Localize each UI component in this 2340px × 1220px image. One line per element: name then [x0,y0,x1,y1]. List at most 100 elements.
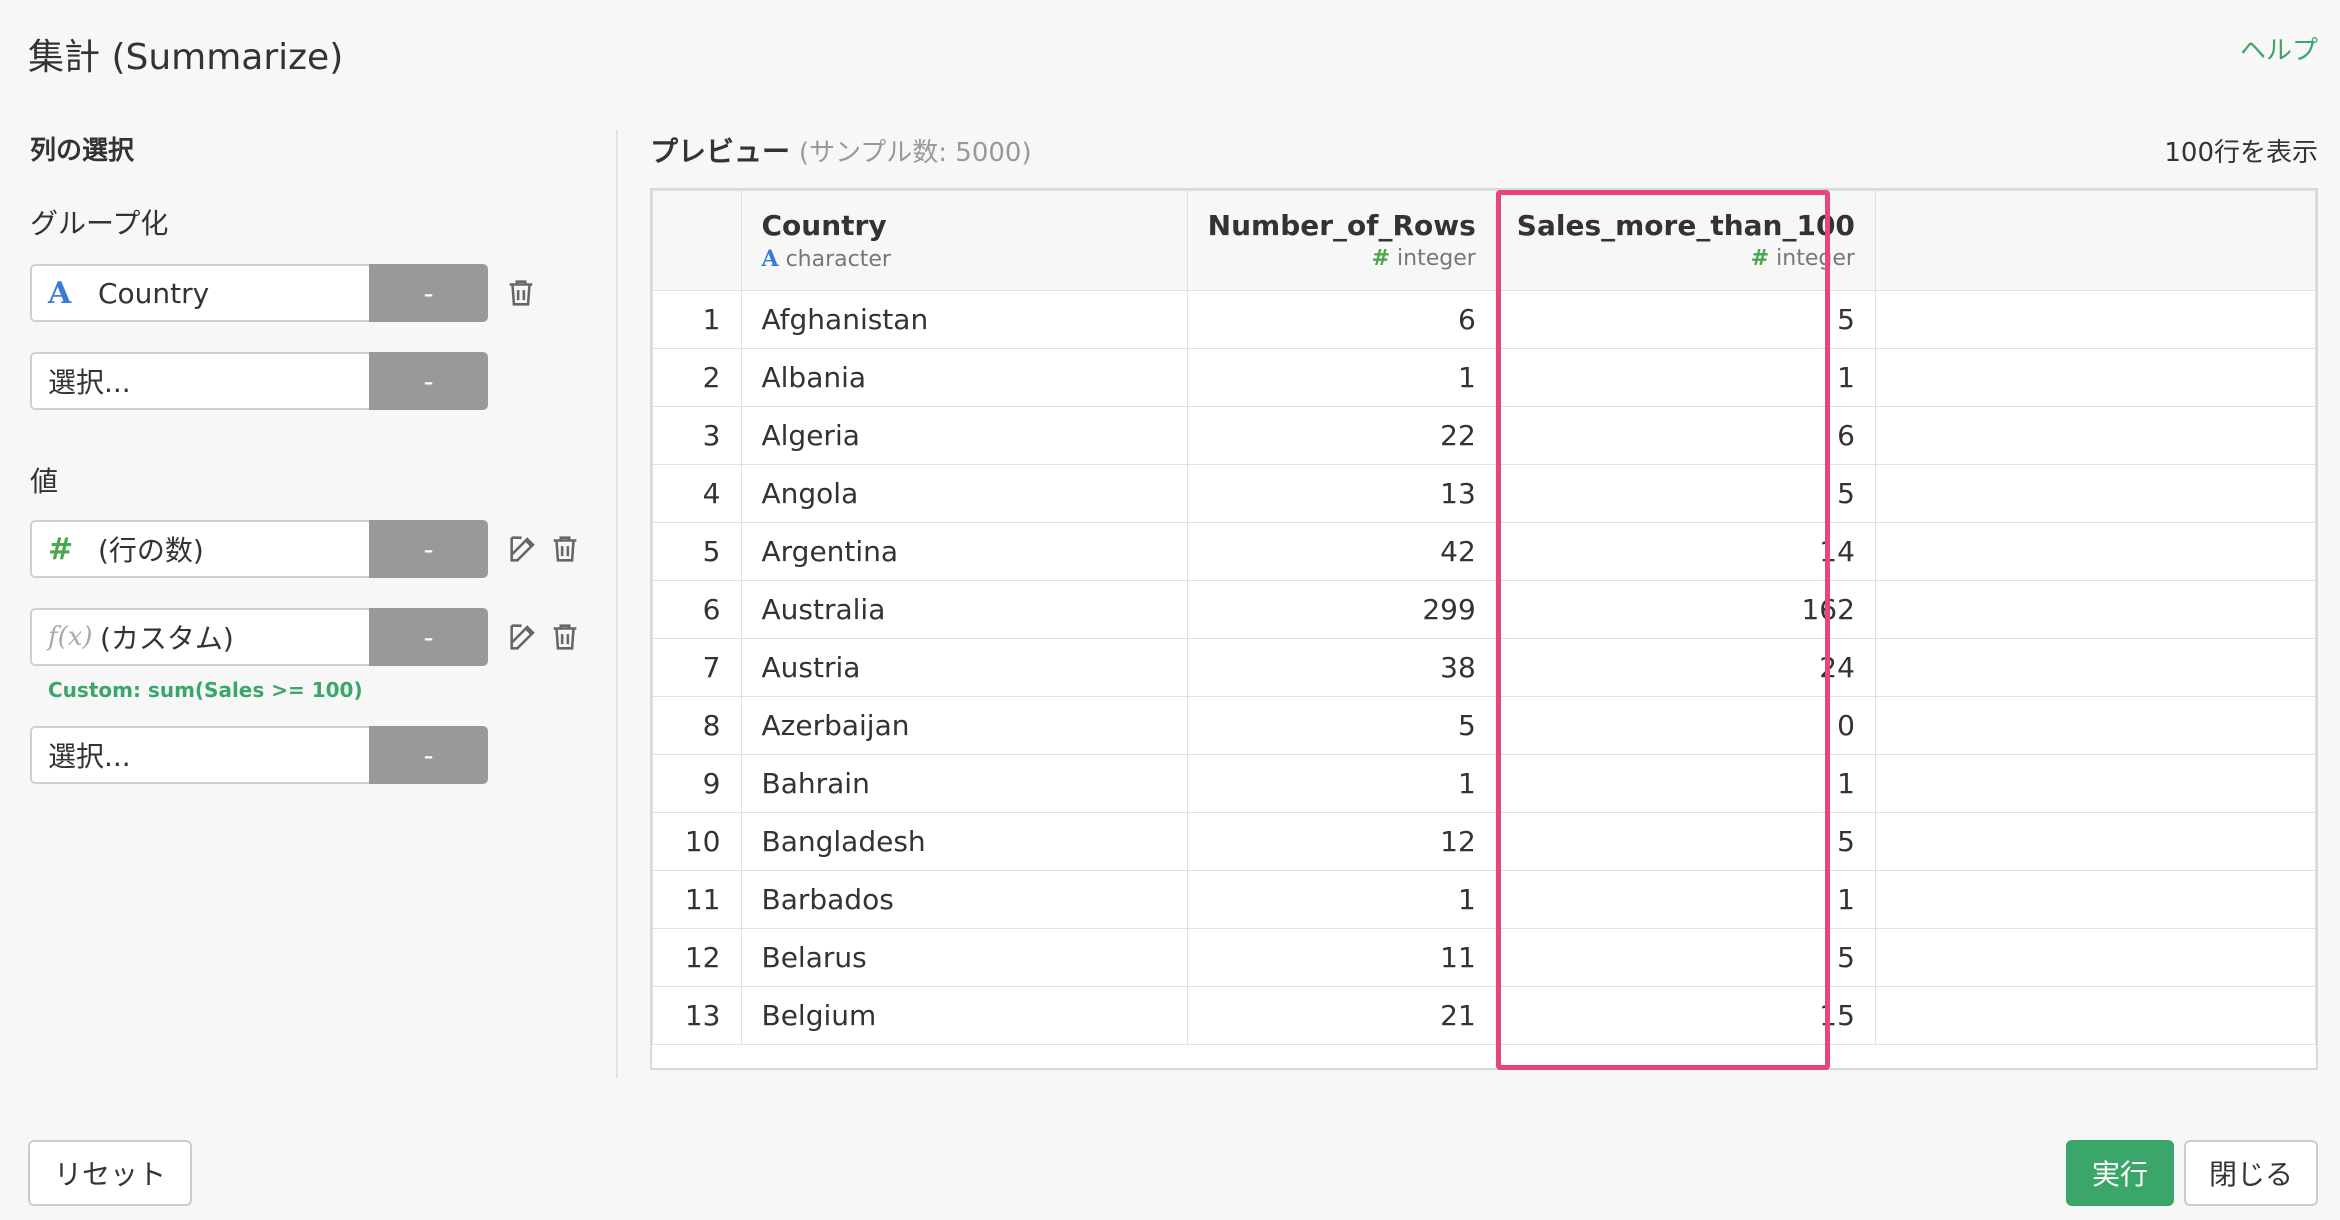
remove-button[interactable]: - [369,352,488,410]
cell-number-of-rows: 1 [1186,348,1497,407]
empty-cell [1874,522,2316,581]
sample-size: (サンプル数: 5000) [798,138,1032,168]
header-number-of-rows[interactable]: Number_of_Rows # integer [1186,190,1497,291]
cell-country: Albania [740,348,1188,407]
remove-button[interactable]: - [369,726,488,784]
cell-number-of-rows: 22 [1186,406,1497,465]
table-row[interactable]: 1 Afghanistan 6 5 [652,290,2316,349]
cell-sales-more-than-100: 0 [1495,696,1876,755]
value-picker-count[interactable]: # (行の数) - [30,520,488,578]
cell-sales-more-than-100: 162 [1495,580,1876,639]
picker-label: (行の数) [98,534,204,567]
cell-sales-more-than-100: 1 [1495,754,1876,813]
reset-button[interactable]: リセット [28,1140,192,1206]
cell-number-of-rows: 13 [1186,464,1497,523]
column-type: A character [762,246,1167,272]
table-row[interactable]: 13 Belgium 21 15 [652,986,2316,1045]
picker-box[interactable]: 選択... [30,726,369,784]
table-row[interactable]: 12 Belarus 11 5 [652,928,2316,987]
remove-button[interactable]: - [369,520,488,578]
empty-cell [1874,870,2316,929]
picker-placeholder: 選択... [48,366,131,399]
preview-table: Country A character Number_of_Rows # int… [652,190,2316,1045]
picker-box[interactable]: f(x) (カスタム) [30,608,369,666]
remove-button[interactable]: - [369,608,488,666]
cell-sales-more-than-100: 14 [1495,522,1876,581]
remove-button[interactable]: - [369,264,488,322]
table-row[interactable]: 8 Azerbaijan 5 0 [652,696,2316,755]
column-type: # integer [1517,246,1855,271]
header-country[interactable]: Country A character [740,190,1188,291]
type-label: integer [1397,246,1476,271]
value-picker-custom[interactable]: f(x) (カスタム) - [30,608,488,666]
cell-number-of-rows: 1 [1186,754,1497,813]
integer-type-icon: # [1750,246,1770,271]
cell-sales-more-than-100: 1 [1495,870,1876,929]
cell-number-of-rows: 299 [1186,580,1497,639]
cell-country: Algeria [740,406,1188,465]
row-index: 13 [652,986,742,1045]
cell-country: Bangladesh [740,812,1188,871]
cell-number-of-rows: 6 [1186,290,1497,349]
picker-label: (カスタム) [100,622,234,655]
row-index: 5 [652,522,742,581]
column-name: Sales_more_than_100 [1516,209,1855,242]
table-row[interactable]: 7 Austria 38 24 [652,638,2316,697]
edit-icon[interactable] [506,532,540,566]
trash-icon[interactable] [504,276,538,310]
edit-icon[interactable] [506,620,540,654]
integer-type-icon: # [48,531,74,567]
trash-icon[interactable] [548,620,582,654]
row-index: 12 [652,928,742,987]
cell-country: Belarus [740,928,1188,987]
cell-number-of-rows: 12 [1186,812,1497,871]
index-header [652,190,742,291]
table-row[interactable]: 4 Angola 13 5 [652,464,2316,523]
table-row[interactable]: 5 Argentina 42 14 [652,522,2316,581]
row-index: 6 [652,580,742,639]
preview-title: プレビュー (サンプル数: 5000) [650,130,1032,170]
empty-cell [1874,986,2316,1045]
custom-expression-note: Custom: sum(Sales >= 100) [48,678,363,702]
group-picker-country[interactable]: A Country - [30,264,488,322]
cell-country: Afghanistan [740,290,1188,349]
close-button[interactable]: 閉じる [2184,1140,2318,1206]
column-type: # integer [1208,246,1476,271]
picker-box[interactable]: 選択... [30,352,369,410]
empty-cell [1874,290,2316,349]
table-row[interactable]: 6 Australia 299 162 [652,580,2316,639]
picker-label: Country [98,276,210,310]
column-name: Number_of_Rows [1207,209,1476,242]
group-picker-empty[interactable]: 選択... - [30,352,488,410]
picker-box[interactable]: A Country [30,264,369,322]
cell-country: Bahrain [740,754,1188,813]
run-button[interactable]: 実行 [2066,1140,2174,1206]
header-sales-more-than-100[interactable]: Sales_more_than_100 # integer [1495,190,1876,291]
cell-sales-more-than-100: 5 [1495,812,1876,871]
cell-number-of-rows: 1 [1186,870,1497,929]
value-picker-empty[interactable]: 選択... - [30,726,488,784]
row-index: 10 [652,812,742,871]
section-title: 列の選択 [30,136,135,166]
empty-cell [1874,406,2316,465]
help-link[interactable]: ヘルプ [2240,30,2318,67]
character-type-icon: A [48,275,72,311]
table-row[interactable]: 11 Barbados 1 1 [652,870,2316,929]
row-index: 11 [652,870,742,929]
cell-country: Austria [740,638,1188,697]
cell-sales-more-than-100: 1 [1495,348,1876,407]
cell-sales-more-than-100: 6 [1495,406,1876,465]
cell-country: Belgium [740,986,1188,1045]
table-row[interactable]: 9 Bahrain 1 1 [652,754,2316,813]
empty-cell [1874,928,2316,987]
table-row[interactable]: 2 Albania 1 1 [652,348,2316,407]
cell-number-of-rows: 42 [1186,522,1497,581]
cell-sales-more-than-100: 5 [1495,464,1876,523]
cell-number-of-rows: 38 [1186,638,1497,697]
table-row[interactable]: 10 Bangladesh 12 5 [652,812,2316,871]
trash-icon[interactable] [548,532,582,566]
picker-box[interactable]: # (行の数) [30,520,369,578]
preview-grid[interactable]: Country A character Number_of_Rows # int… [650,188,2318,1070]
table-row[interactable]: 3 Algeria 22 6 [652,406,2316,465]
cell-country: Barbados [740,870,1188,929]
